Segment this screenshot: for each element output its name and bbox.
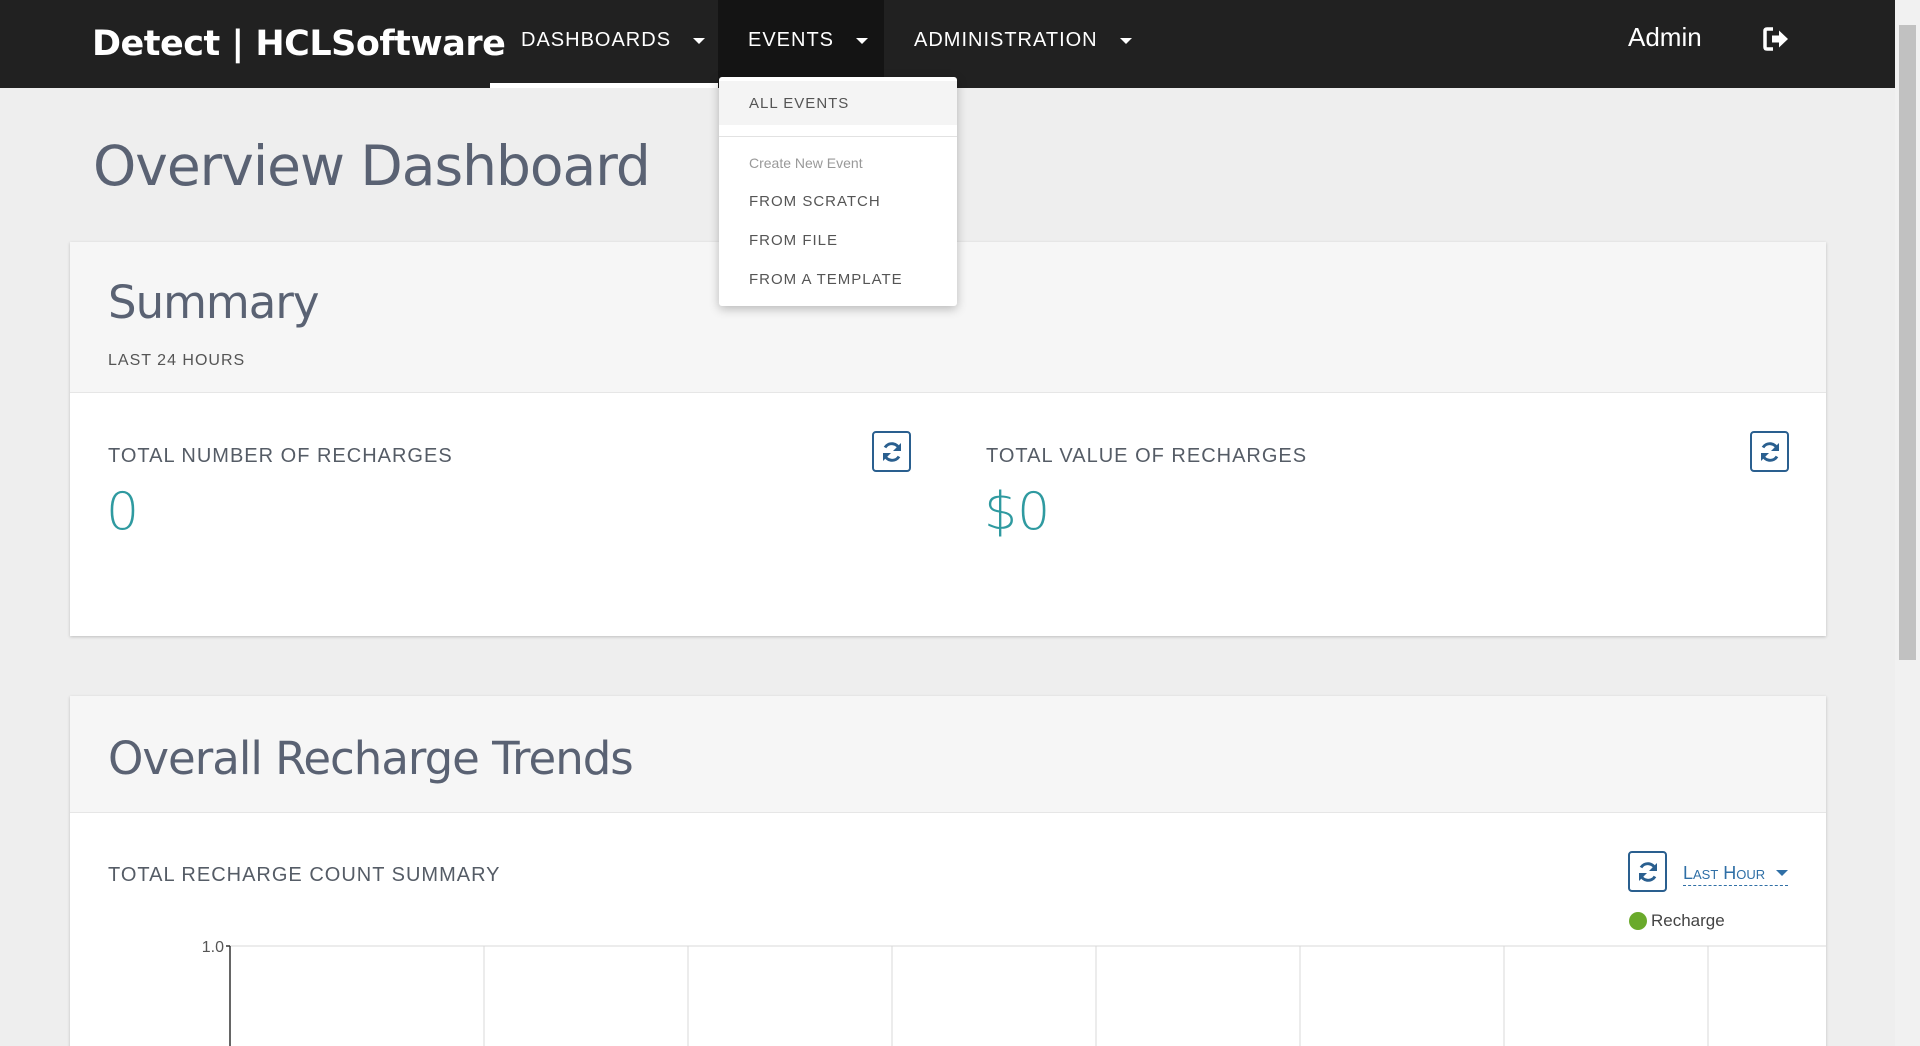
refresh-count-button[interactable]: [872, 431, 911, 472]
summary-title: Summary: [108, 276, 319, 329]
page-scrollbar[interactable]: [1895, 0, 1920, 1046]
legend-dot-icon: [1629, 912, 1647, 930]
user-name[interactable]: Admin: [1628, 22, 1702, 53]
nav-dashboards[interactable]: DASHBOARDS: [490, 0, 718, 88]
refresh-value-button[interactable]: [1750, 431, 1789, 472]
recharge-trends-card: Overall Recharge Trends TOTAL RECHARGE C…: [70, 696, 1826, 1046]
total-recharges-value: $0: [984, 482, 1051, 542]
scrollbar-thumb[interactable]: [1899, 25, 1916, 660]
top-navbar: Detect | HCLSoftware DASHBOARDS EVENTS A…: [0, 0, 1895, 88]
refresh-icon: [1638, 861, 1657, 882]
menu-header-create-new-event: Create New Event: [749, 155, 863, 171]
menu-item-from-file[interactable]: FROM FILE: [719, 218, 957, 262]
sign-out-icon[interactable]: [1762, 26, 1790, 52]
nav-events[interactable]: EVENTS: [718, 0, 884, 88]
recharge-count-chart: 1.0: [202, 939, 1826, 1046]
time-range-select[interactable]: Last Hour: [1683, 863, 1789, 886]
caret-down-icon: [1119, 38, 1132, 44]
trends-title: Overall Recharge Trends: [108, 732, 634, 785]
refresh-trends-button[interactable]: [1628, 851, 1667, 892]
nav-dashboards-label: DASHBOARDS: [521, 29, 672, 51]
refresh-icon: [882, 441, 901, 462]
brand-logo[interactable]: Detect | HCLSoftware: [92, 24, 506, 64]
caret-down-icon: [856, 38, 869, 44]
nav-administration[interactable]: ADMINISTRATION: [884, 0, 1134, 88]
summary-subtitle: LAST 24 HOURS: [108, 352, 246, 369]
refresh-icon: [1760, 441, 1779, 462]
total-recharges-count-value: 0: [106, 482, 140, 542]
total-recharges-count-label: TOTAL NUMBER OF RECHARGES: [108, 445, 453, 467]
trends-card-header: Overall Recharge Trends: [70, 696, 1826, 813]
menu-item-all-events[interactable]: ALL EVENTS: [719, 81, 957, 125]
menu-item-from-template[interactable]: FROM A TEMPLATE: [719, 257, 957, 301]
nav-administration-label: ADMINISTRATION: [914, 29, 1098, 51]
chart-y-tick-label: 1.0: [202, 939, 224, 956]
caret-down-icon: [1776, 870, 1789, 876]
total-recharges-value-label: TOTAL VALUE OF RECHARGES: [986, 445, 1308, 467]
time-range-value: Last Hour: [1683, 863, 1766, 883]
page-title: Overview Dashboard: [93, 134, 651, 198]
events-dropdown-menu: ALL EVENTS Create New Event FROM SCRATCH…: [719, 77, 957, 306]
menu-item-from-scratch[interactable]: FROM SCRATCH: [719, 179, 957, 223]
legend-label: Recharge: [1651, 911, 1725, 930]
menu-divider: [719, 136, 957, 137]
chart-legend[interactable]: Recharge: [1629, 911, 1725, 931]
caret-down-icon: [693, 38, 706, 44]
nav-events-label: EVENTS: [748, 29, 835, 51]
trends-chart-title: TOTAL RECHARGE COUNT SUMMARY: [108, 864, 501, 886]
